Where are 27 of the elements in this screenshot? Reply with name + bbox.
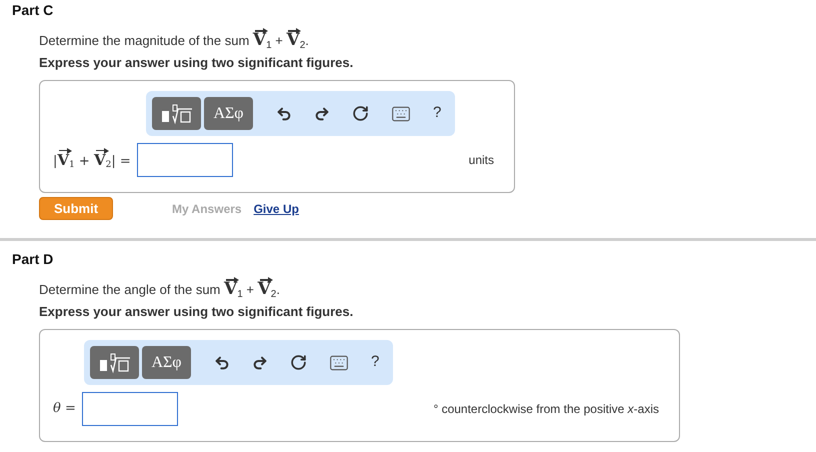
answer-label: θ = — [53, 400, 76, 418]
templates-button[interactable] — [152, 97, 201, 130]
unit-label: units — [468, 152, 494, 169]
help-button[interactable]: ? — [371, 351, 380, 374]
instruction-text: Express your answer using two significant figures. — [39, 54, 354, 72]
help-button[interactable]: ? — [433, 102, 442, 125]
give-up-link[interactable]: Give Up — [254, 200, 299, 218]
part-title: Part D — [12, 250, 54, 269]
instruction-text: Express your answer using two significant figures. — [39, 303, 354, 321]
redo-icon[interactable] — [252, 354, 268, 370]
templates-button[interactable] — [90, 346, 139, 379]
unit-label: ° counterclockwise from the positive x-axis — [433, 401, 659, 418]
question-prompt: Determine the magnitude of the sum V$_{1}$ + V$_{2}$. — [39, 29, 310, 52]
templates-icon — [160, 102, 194, 124]
answer-field[interactable] — [82, 392, 178, 426]
reset-icon[interactable] — [352, 105, 369, 122]
question-prompt: Determine the angle of the sum V$_{1}$ + V$_{2}$. — [39, 278, 281, 301]
answer-field[interactable] — [136, 143, 233, 177]
undo-icon[interactable] — [276, 106, 292, 122]
reset-icon[interactable] — [290, 354, 307, 371]
part-title: Part C — [12, 1, 54, 20]
redo-icon[interactable] — [314, 106, 330, 122]
symbols-button[interactable]: ΑΣφ — [142, 346, 191, 379]
templates-icon — [98, 352, 132, 374]
symbols-button[interactable]: ΑΣφ — [204, 97, 253, 130]
undo-icon[interactable] — [214, 354, 230, 370]
answer-label: |V$_{1}$ + V$_{2}$| = — [53, 148, 131, 172]
